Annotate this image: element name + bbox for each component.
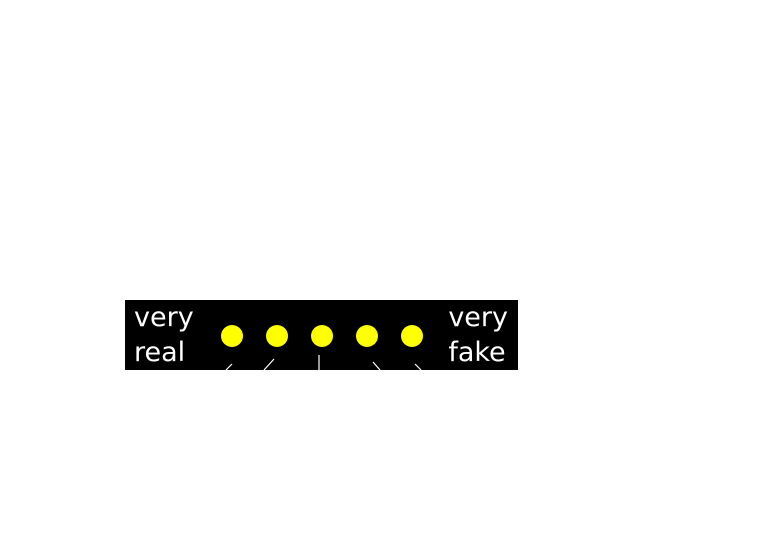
label-line: fake [448,337,506,368]
pointer-line-2 [263,358,275,370]
scale-dot-1 [221,325,243,347]
pointer-line-4 [372,361,381,370]
scale-dot-2 [266,325,288,347]
pointer-line-5 [414,363,422,370]
pointer-line-1 [225,363,233,370]
scale-dot-4 [356,325,378,347]
very-fake-label: very fake [448,300,508,370]
scale-dot-3 [311,325,333,347]
real-fake-scale: very real very fake [125,300,518,370]
label-line: very [448,302,508,333]
scale-dot-5 [401,325,423,347]
